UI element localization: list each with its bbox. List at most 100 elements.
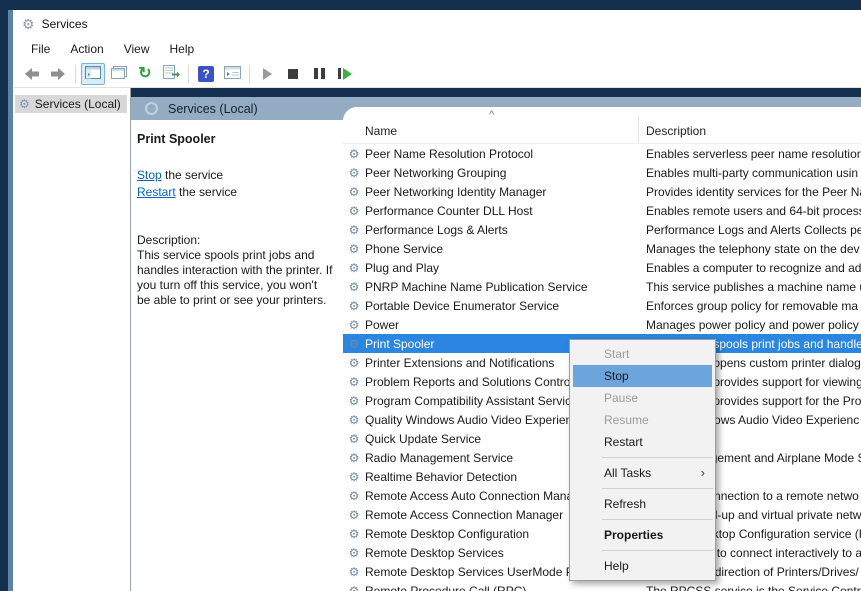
export-list-button[interactable] xyxy=(159,63,183,85)
service-description-cell: Performance Logs and Alerts Collects pe xyxy=(646,223,861,237)
restart-icon xyxy=(338,68,352,80)
context-menu: StartStopPauseResumeRestartAll Tasks›Ref… xyxy=(569,339,716,581)
title-bar: ⚙ Services xyxy=(13,10,861,38)
tree-item-services-local[interactable]: ⚙ Services (Local) xyxy=(15,95,127,113)
description-text: This service spools print jobs and handl… xyxy=(137,248,333,308)
menu-view[interactable]: View xyxy=(114,40,160,58)
column-header-description[interactable]: Description xyxy=(646,124,706,138)
sort-ascending-icon: ^ xyxy=(489,109,494,121)
service-gear-icon: ⚙ xyxy=(343,261,365,275)
table-row[interactable]: ⚙Performance Logs & AlertsPerformance Lo… xyxy=(343,220,861,239)
service-gear-icon: ⚙ xyxy=(343,432,365,446)
top-navy-strip xyxy=(131,88,861,97)
menu-file[interactable]: File xyxy=(21,40,60,58)
restart-service-link[interactable]: Restart xyxy=(137,185,176,199)
table-row[interactable]: ⚙Peer Name Resolution ProtocolEnables se… xyxy=(343,144,861,163)
service-name-cell: PNRP Machine Name Publication Service xyxy=(365,280,646,294)
content-area: ⚙ Services (Local) Services (Local) Prin… xyxy=(13,88,861,591)
menu-help[interactable]: Help xyxy=(160,40,205,58)
service-description-cell: The RPCSS service is the Service Control xyxy=(646,584,861,591)
service-description-cell: Enables multi-party communication usin xyxy=(646,166,861,180)
service-description-cell: Enables remote users and 64-bit process xyxy=(646,204,861,218)
refresh-button[interactable]: ↻ xyxy=(133,63,157,85)
toolbar: ↻ ? xyxy=(13,60,861,88)
help-button[interactable]: ? xyxy=(194,63,218,85)
toolbar-separator xyxy=(188,65,189,83)
menu-action[interactable]: Action xyxy=(60,40,113,58)
table-row[interactable]: ⚙Peer Networking Identity ManagerProvide… xyxy=(343,182,861,201)
service-gear-icon: ⚙ xyxy=(343,185,365,199)
table-row[interactable]: ⚙Phone ServiceManages the telephony stat… xyxy=(343,239,861,258)
play-icon xyxy=(263,68,272,80)
show-console-tree-button[interactable] xyxy=(81,63,105,85)
stop-service-link[interactable]: Stop xyxy=(137,168,162,182)
services-header-title: Services (Local) xyxy=(168,102,258,116)
service-gear-icon: ⚙ xyxy=(343,204,365,218)
service-name-cell: Power xyxy=(365,318,646,332)
service-gear-icon: ⚙ xyxy=(343,451,365,465)
service-description-cell: Enables a computer to recognize and ad xyxy=(646,261,861,275)
service-gear-icon: ⚙ xyxy=(343,299,365,313)
service-description-cell: Manages the telephony state on the dev xyxy=(646,242,861,256)
restart-service-button[interactable] xyxy=(333,63,357,85)
service-description-block: Description: This service spools print j… xyxy=(137,233,333,308)
column-headers: ^ Name Description xyxy=(343,107,861,144)
column-divider[interactable] xyxy=(638,115,639,143)
service-gear-icon: ⚙ xyxy=(343,413,365,427)
table-row[interactable]: ⚙PowerManages power policy and power pol… xyxy=(343,315,861,334)
selected-service-title: Print Spooler xyxy=(137,132,337,146)
pause-service-button[interactable] xyxy=(307,63,331,85)
service-name-cell: Peer Networking Grouping xyxy=(365,166,646,180)
back-button[interactable] xyxy=(20,63,44,85)
service-name-cell: Plug and Play xyxy=(365,261,646,275)
forward-arrow-icon xyxy=(50,67,66,81)
table-row[interactable]: ⚙Performance Counter DLL HostEnables rem… xyxy=(343,201,861,220)
table-row[interactable]: ⚙Peer Networking GroupingEnables multi-p… xyxy=(343,163,861,182)
start-service-button[interactable] xyxy=(255,63,279,85)
service-name-cell: Performance Counter DLL Host xyxy=(365,204,646,218)
stop-icon xyxy=(288,69,298,79)
menu-item-properties[interactable]: Properties xyxy=(570,524,715,546)
menu-item-refresh[interactable]: Refresh xyxy=(570,493,715,515)
service-name-cell: Peer Name Resolution Protocol xyxy=(365,147,646,161)
column-header-name[interactable]: Name xyxy=(365,124,397,138)
menu-bar: File Action View Help xyxy=(13,38,861,60)
properties-window-button[interactable] xyxy=(107,63,131,85)
service-description-cell: Manages power policy and power policy xyxy=(646,318,861,332)
service-gear-icon: ⚙ xyxy=(343,147,365,161)
service-gear-icon: ⚙ xyxy=(343,584,365,591)
stop-service-button[interactable] xyxy=(281,63,305,85)
menu-item-help[interactable]: Help xyxy=(570,555,715,577)
service-name-cell: Performance Logs & Alerts xyxy=(365,223,646,237)
service-gear-icon: ⚙ xyxy=(343,565,365,579)
results-area: Services (Local) Print Spooler Stop the … xyxy=(131,88,861,591)
service-gear-icon: ⚙ xyxy=(343,337,365,351)
restart-service-suffix: the service xyxy=(176,185,237,199)
service-gear-icon: ⚙ xyxy=(343,527,365,541)
tree-item-label: Services (Local) xyxy=(35,97,121,111)
services-node-icon: ⚙ xyxy=(19,97,30,111)
menu-item-all-tasks[interactable]: All Tasks› xyxy=(570,462,715,484)
table-row[interactable]: ⚙Plug and PlayEnables a computer to reco… xyxy=(343,258,861,277)
service-name-cell: Phone Service xyxy=(365,242,646,256)
extended-view-button[interactable] xyxy=(220,63,244,85)
table-row[interactable]: ⚙PNRP Machine Name Publication ServiceTh… xyxy=(343,277,861,296)
restart-service-line: Restart the service xyxy=(137,185,337,199)
table-row[interactable]: ⚙Remote Procedure Call (RPC)The RPCSS se… xyxy=(343,581,861,591)
menu-item-restart[interactable]: Restart xyxy=(570,431,715,453)
menu-item-resume: Resume xyxy=(570,409,715,431)
service-gear-icon: ⚙ xyxy=(343,166,365,180)
menu-separator xyxy=(602,519,713,520)
menu-item-stop[interactable]: Stop xyxy=(573,365,712,387)
stop-service-suffix: the service xyxy=(162,168,223,182)
service-gear-icon: ⚙ xyxy=(343,489,365,503)
service-gear-icon: ⚙ xyxy=(343,356,365,370)
extended-task-pane: Print Spooler Stop the service Restart t… xyxy=(131,120,343,591)
description-label: Description: xyxy=(137,233,333,248)
forward-button[interactable] xyxy=(46,63,70,85)
service-gear-icon: ⚙ xyxy=(343,508,365,522)
service-description-cell: Enforces group policy for removable ma xyxy=(646,299,861,313)
services-app-icon: ⚙ xyxy=(22,16,35,33)
service-gear-icon: ⚙ xyxy=(343,375,365,389)
table-row[interactable]: ⚙Portable Device Enumerator ServiceEnfor… xyxy=(343,296,861,315)
